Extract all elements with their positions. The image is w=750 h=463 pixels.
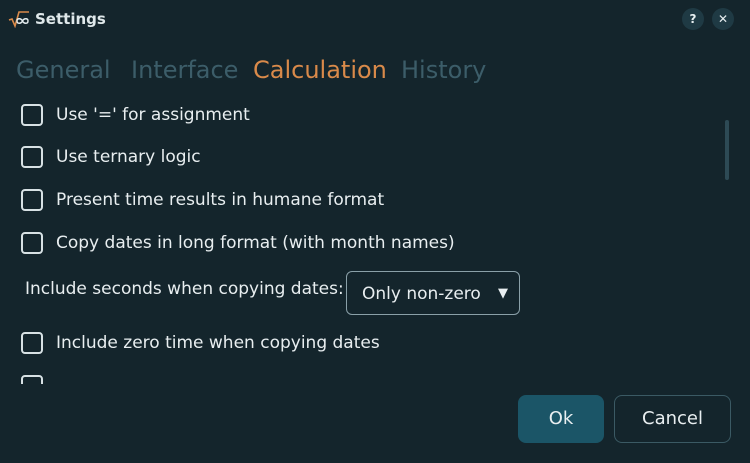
partially-hidden-checkbox[interactable] (21, 375, 43, 384)
option-partially-hidden[interactable] (21, 375, 621, 384)
humane-time-checkbox[interactable] (21, 189, 43, 211)
window-title: Settings (35, 10, 106, 28)
option-ternary-logic[interactable]: Use ternary logic (21, 146, 621, 172)
option-use-equals-assignment[interactable]: Use '=' for assignment (21, 104, 621, 130)
ternary-logic-label: Use ternary logic (56, 147, 201, 167)
use-equals-assignment-checkbox[interactable] (21, 104, 43, 126)
include-seconds-value: Only non-zero (362, 284, 481, 304)
tab-general[interactable]: General (16, 54, 111, 86)
zero-time-checkbox[interactable] (21, 332, 43, 354)
sqrt-infinity-icon (8, 11, 29, 28)
zero-time-label: Include zero time when copying dates (56, 333, 380, 353)
help-button[interactable]: ? (682, 8, 704, 30)
include-seconds-label: Include seconds when copying dates: (25, 279, 344, 299)
long-dates-label: Copy dates in long format (with month na… (56, 233, 455, 253)
use-equals-assignment-label: Use '=' for assignment (56, 105, 250, 125)
ternary-logic-checkbox[interactable] (21, 146, 43, 168)
close-button[interactable]: ✕ (712, 8, 734, 30)
include-seconds-select[interactable]: Only non-zero ▼ (346, 271, 520, 315)
dropdown-arrow-icon: ▼ (498, 286, 508, 301)
tab-history[interactable]: History (401, 54, 486, 86)
cancel-button[interactable]: Cancel (614, 395, 731, 443)
option-zero-time[interactable]: Include zero time when copying dates (21, 332, 621, 358)
ok-button[interactable]: Ok (518, 395, 604, 443)
option-humane-time[interactable]: Present time results in humane format (21, 189, 621, 215)
settings-scrollbar[interactable] (725, 120, 729, 180)
tab-calculation[interactable]: Calculation (253, 54, 387, 86)
settings-window: Settings ? ✕ General Interface Calculati… (0, 0, 750, 463)
option-long-dates[interactable]: Copy dates in long format (with month na… (21, 232, 621, 258)
calculation-settings-panel: Use '=' for assignment Use ternary logic… (0, 96, 740, 384)
tab-interface[interactable]: Interface (131, 54, 238, 86)
long-dates-checkbox[interactable] (21, 232, 43, 254)
title-bar: Settings ? ✕ (0, 0, 750, 40)
humane-time-label: Present time results in humane format (56, 190, 385, 210)
